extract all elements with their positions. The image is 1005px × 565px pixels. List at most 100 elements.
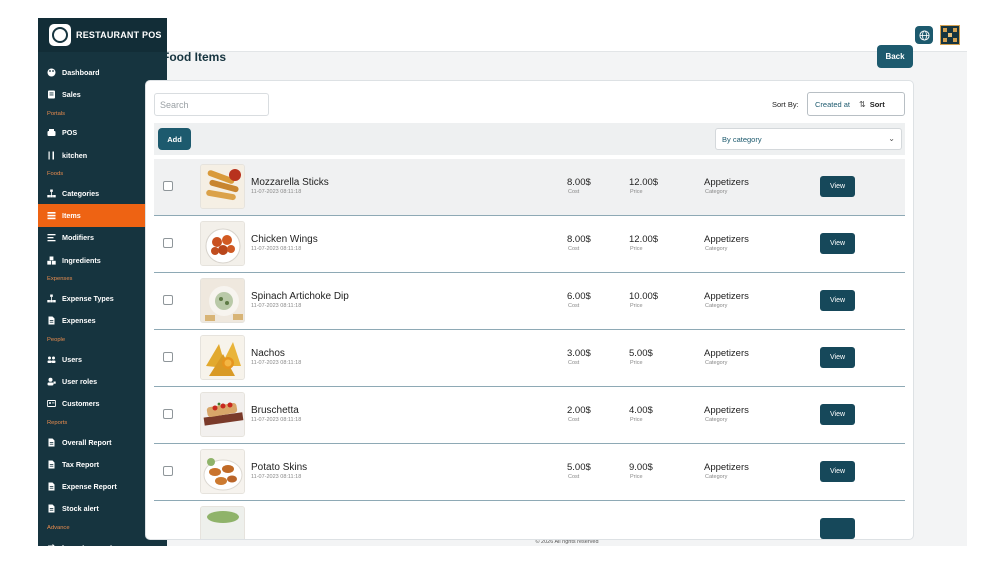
sidebar-item-label: Modifiers	[62, 233, 94, 243]
price-label: Price	[630, 303, 643, 309]
table-row-partial	[154, 501, 905, 539]
food-thumbnail	[200, 221, 245, 266]
view-button[interactable]: View	[820, 347, 855, 368]
item-cost: 5.00$	[567, 462, 591, 473]
cash-register-icon	[47, 128, 56, 137]
food-thumbnail	[200, 278, 245, 323]
exchange-icon	[47, 543, 56, 546]
chef-logo-icon	[49, 24, 71, 46]
view-button[interactable]: View	[820, 233, 855, 254]
sidebar-item-label: Tax Report	[62, 459, 100, 469]
table-row[interactable]: Potato Skins 11-07-2023 08:11:18 5.00$ Cost…	[154, 444, 905, 501]
cost-label: Cost	[568, 303, 580, 309]
sidebar-item-label: POS	[62, 128, 78, 138]
sidebar-item-label: Ingredients	[62, 255, 101, 265]
item-name: Mozzarella Sticks	[251, 177, 329, 188]
list-icon	[147, 52, 158, 62]
page-title-text: Food Items	[162, 50, 227, 64]
item-name: Chicken Wings	[251, 234, 318, 245]
sidebar-item-label: Expense Report	[62, 482, 117, 492]
table-row[interactable]: Bruschetta 11-07-2023 08:11:18 2.00$ Cost 4.…	[154, 387, 905, 444]
sort-control[interactable]: Created at ⇅ Sort	[807, 92, 905, 116]
avatar-icon[interactable]	[940, 25, 960, 45]
file-icon	[47, 438, 56, 447]
brand-name: RESTAURANT POS	[76, 30, 162, 40]
sort-amount-icon: ⇅	[859, 99, 866, 109]
brand[interactable]: RESTAURANT POS	[38, 18, 167, 52]
search-input[interactable]	[154, 93, 269, 116]
item-name: Spinach Artichoke Dip	[251, 291, 349, 302]
item-name: Potato Skins	[251, 462, 308, 473]
view-button[interactable]: View	[820, 461, 855, 482]
food-thumbnail	[200, 506, 245, 539]
sidebar-item-label: Customers	[62, 399, 100, 409]
item-name: Bruschetta	[251, 405, 299, 416]
sidebar-item-label: Items	[62, 211, 81, 221]
list-icon	[47, 211, 56, 220]
item-cost: 6.00$	[567, 291, 591, 302]
cost-label: Cost	[568, 474, 580, 480]
item-date: 11-07-2023 08:11:18	[251, 417, 302, 423]
category-label: Category	[705, 303, 728, 309]
view-button[interactable]: View	[820, 176, 855, 197]
sidebar-item-label: Overall Report	[62, 437, 112, 447]
view-button[interactable]: View	[820, 404, 855, 425]
row-checkbox[interactable]	[163, 181, 173, 191]
view-button[interactable]: View	[820, 290, 855, 311]
sort-button[interactable]: Sort	[870, 100, 885, 109]
cubes-icon	[47, 256, 56, 265]
add-button[interactable]: Add	[158, 128, 191, 150]
cost-label: Cost	[568, 360, 580, 366]
item-category: Appetizers	[704, 348, 749, 359]
item-name: Nachos	[251, 348, 285, 359]
back-button[interactable]: Back	[877, 45, 913, 68]
item-price: 12.00$	[629, 177, 659, 188]
file-icon	[47, 460, 56, 469]
users-icon	[47, 355, 56, 364]
category-filter-select[interactable]: By category ⌄	[715, 128, 902, 150]
sidebar-item-label: Sales	[62, 89, 81, 99]
item-cost: 3.00$	[567, 348, 591, 359]
item-cost: 2.00$	[567, 405, 591, 416]
item-date: 11-07-2023 08:11:18	[251, 189, 302, 195]
item-price: 5.00$	[629, 348, 653, 359]
row-checkbox[interactable]	[163, 409, 173, 419]
view-button[interactable]	[820, 518, 855, 539]
file-icon	[47, 316, 56, 325]
chevron-down-icon: ⌄	[888, 134, 895, 143]
user-tag-icon	[47, 377, 56, 386]
table-row[interactable]: Chicken Wings 11-07-2023 08:11:18 8.00$ Cos…	[154, 216, 905, 273]
row-checkbox[interactable]	[163, 295, 173, 305]
bars-icon	[47, 233, 56, 242]
food-thumbnail	[200, 449, 245, 494]
row-checkbox[interactable]	[163, 352, 173, 362]
table-row[interactable]: Mozzarella Sticks 11-07-2023 08:11:18 8.00…	[154, 159, 905, 216]
item-category: Appetizers	[704, 291, 749, 302]
globe-icon[interactable]	[915, 26, 933, 44]
price-label: Price	[630, 417, 643, 423]
sidebar-item-label: Imports exports	[62, 543, 116, 546]
item-date: 11-07-2023 08:11:18	[251, 303, 302, 309]
category-label: Category	[705, 189, 728, 195]
price-label: Price	[630, 189, 643, 195]
price-label: Price	[630, 474, 643, 480]
toolbar: Add By category ⌄	[154, 123, 905, 155]
category-label: Category	[705, 360, 728, 366]
table-row[interactable]: Spinach Artichoke Dip 11-07-2023 08:11:18…	[154, 273, 905, 330]
topbar	[167, 18, 967, 52]
row-checkbox[interactable]	[163, 238, 173, 248]
sidebar-item-label: Categories	[62, 188, 100, 198]
item-price: 10.00$	[629, 291, 659, 302]
item-cost: 8.00$	[567, 177, 591, 188]
sitemap-icon	[47, 189, 56, 198]
item-category: Appetizers	[704, 177, 749, 188]
sidebar-item-label: Stock alert	[62, 504, 99, 514]
page-title: Food Items	[147, 50, 226, 64]
table-row[interactable]: Nachos 11-07-2023 08:11:18 3.00$ Cost 5.00$ P…	[154, 330, 905, 387]
row-checkbox[interactable]	[163, 466, 173, 476]
sort-field-select[interactable]: Created at	[815, 100, 857, 109]
items-card: Sort By: Created at ⇅ Sort Add By catego…	[145, 80, 914, 540]
item-price: 4.00$	[629, 405, 653, 416]
receipt-icon	[47, 90, 56, 99]
item-cost: 8.00$	[567, 234, 591, 245]
